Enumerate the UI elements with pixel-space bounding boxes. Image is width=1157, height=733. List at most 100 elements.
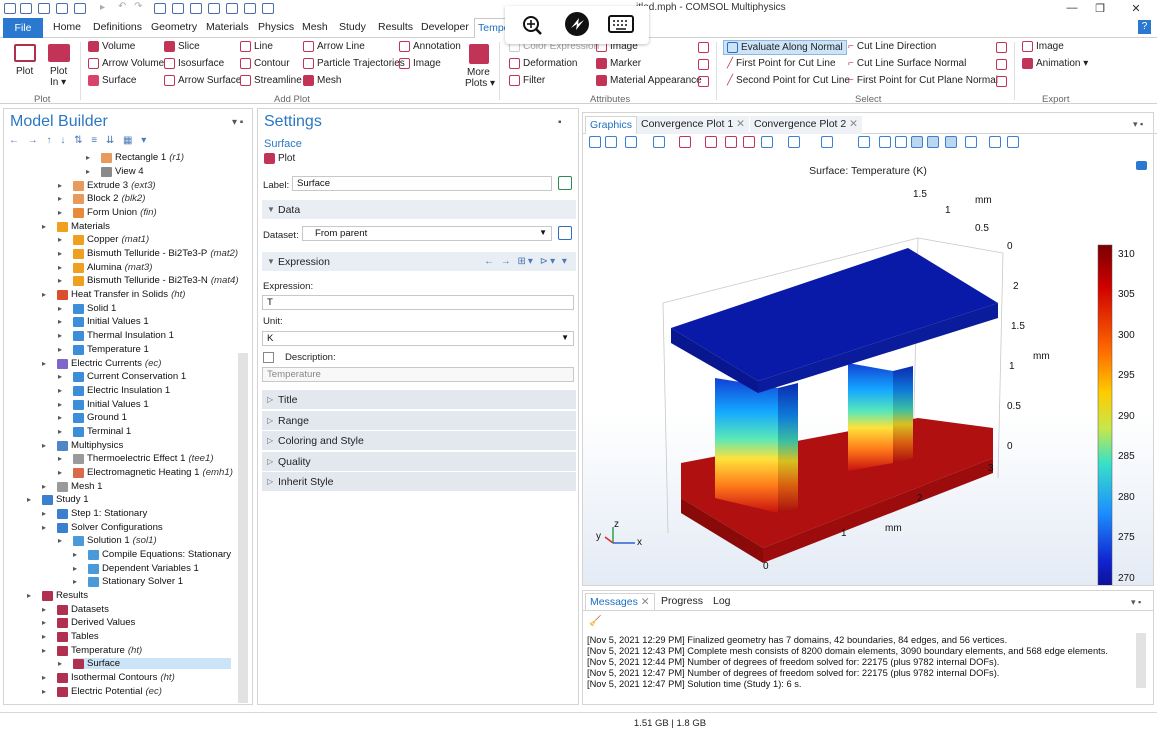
line-button[interactable]: Line [240, 41, 273, 52]
tree-node[interactable]: Mesh 1 [57, 481, 102, 492]
tree-expand-icon[interactable]: ▸ [58, 331, 62, 340]
dataset-select[interactable]: From parent ▼ [302, 226, 552, 241]
unit-select[interactable]: K ▼ [262, 331, 574, 346]
minimize-icon[interactable]: — [1062, 2, 1082, 14]
tree-node[interactable]: Extrude 3 (ext3) [73, 180, 156, 191]
data-section-header[interactable]: ▼ Data [262, 200, 576, 219]
contour-button[interactable]: Contour [240, 58, 290, 69]
print-icon[interactable] [74, 3, 86, 14]
tree-expand-icon[interactable]: ▸ [58, 208, 62, 217]
tab-definitions[interactable]: Definitions [93, 21, 142, 33]
tree-node[interactable]: Temperature (ht) [57, 645, 142, 656]
title-section-header[interactable]: ▷ Title [262, 390, 576, 409]
quality-section-header[interactable]: ▷ Quality [262, 452, 576, 471]
tree-expand-icon[interactable]: ▸ [58, 400, 62, 409]
save-icon[interactable] [38, 3, 50, 14]
tree-expand-icon[interactable]: ▸ [42, 605, 46, 614]
annotation-button[interactable]: Annotation [399, 41, 461, 52]
graphics-tool-icon[interactable] [911, 136, 923, 148]
tree-scrollbar[interactable] [238, 353, 248, 703]
label-reset-icon[interactable] [558, 176, 572, 190]
tree-node[interactable]: Electromagnetic Heating 1 (emh1) [73, 467, 233, 478]
undo-icon[interactable]: ↶ [118, 1, 126, 12]
compute-icon[interactable] [244, 3, 256, 14]
select-extra-icon-3[interactable] [996, 76, 1007, 87]
expression-toolbar-icons[interactable]: ← → ⊞▾ ⊳▾ ▾ [484, 256, 569, 267]
tree-expand-icon[interactable]: ▸ [42, 618, 46, 627]
description-checkbox[interactable] [263, 352, 274, 363]
tree-expand-icon[interactable]: ▸ [42, 687, 46, 696]
tree-expand-icon[interactable]: ▸ [73, 577, 77, 586]
delete-icon[interactable] [208, 3, 220, 14]
close-icon[interactable]: ✕ [1126, 2, 1146, 15]
tree-node[interactable]: Isothermal Contours (ht) [57, 672, 175, 683]
tree-node[interactable]: Electric Potential (ec) [57, 686, 162, 697]
tree-node[interactable]: Tables [57, 631, 99, 642]
graphics-tool-icon[interactable] [725, 136, 737, 148]
slice-button[interactable]: Slice [164, 41, 200, 52]
tree-expand-icon[interactable]: ▸ [42, 222, 46, 231]
graphics-tool-icon[interactable] [821, 136, 833, 148]
tree-node[interactable]: Results [42, 590, 88, 601]
graphics-tool-icon[interactable] [589, 136, 601, 148]
save-as-icon[interactable] [56, 3, 68, 14]
cut-line-direction-button[interactable]: ⌐ Cut Line Direction [848, 41, 936, 52]
keyboard-icon[interactable] [608, 15, 634, 33]
arrow-surface-button[interactable]: Arrow Surface [164, 75, 241, 86]
tree-expand-icon[interactable]: ▸ [42, 290, 46, 299]
tab-geometry[interactable]: Geometry [151, 21, 197, 33]
graphics-tool-icon[interactable] [761, 136, 773, 148]
tree-expand-icon[interactable]: ▸ [58, 413, 62, 422]
tree-node[interactable]: Derived Values [57, 617, 135, 628]
tab-study[interactable]: Study [339, 21, 366, 33]
tree-expand-icon[interactable]: ▸ [58, 427, 62, 436]
graphics-tool-icon[interactable] [858, 136, 870, 148]
restore-icon[interactable]: ❐ [1090, 2, 1110, 15]
arrow-volume-button[interactable]: Arrow Volume [88, 58, 164, 69]
messages-scrollbar[interactable] [1136, 633, 1146, 688]
tab-mesh[interactable]: Mesh [302, 21, 328, 33]
tree-node[interactable]: Form Union (fin) [73, 207, 157, 218]
more-plots-icon[interactable] [469, 44, 489, 64]
label-field[interactable]: Surface [292, 176, 552, 191]
graphics-tool-icon[interactable] [788, 136, 800, 148]
run-icon[interactable]: ▸ [100, 2, 105, 13]
graphics-tool-icon[interactable] [879, 136, 891, 148]
tab-developer[interactable]: Developer [421, 21, 469, 33]
cut-line-surface-normal-button[interactable]: ⌐ Cut Line Surface Normal [848, 58, 966, 69]
graphics-tool-icon[interactable] [927, 136, 939, 148]
paste-icon[interactable] [172, 3, 184, 14]
tree-node[interactable]: Dependent Variables 1 [88, 563, 199, 574]
plot-in-icon[interactable] [48, 44, 70, 62]
duplicate-icon[interactable] [190, 3, 202, 14]
build-icon[interactable] [226, 3, 238, 14]
deformation-button[interactable]: Deformation [509, 58, 577, 69]
tree-expand-icon[interactable]: ▸ [58, 263, 62, 272]
tree-node[interactable]: Rectangle 1 (r1) [101, 152, 184, 163]
material-appearance-button[interactable]: Material Appearance [596, 75, 702, 86]
tree-node[interactable]: Study 1 [42, 494, 89, 505]
tree-expand-icon[interactable]: ▸ [42, 482, 46, 491]
dataset-goto-icon[interactable] [558, 226, 572, 240]
tree-node[interactable]: Block 2 (blk2) [73, 193, 145, 204]
graphics-tool-icon[interactable] [605, 136, 617, 148]
tree-expand-icon[interactable]: ▸ [58, 454, 62, 463]
tree-expand-icon[interactable]: ▸ [42, 673, 46, 682]
redo-icon[interactable]: ↷ [134, 1, 142, 12]
tree-expand-icon[interactable]: ▸ [58, 181, 62, 190]
tree-node[interactable]: Thermoelectric Effect 1 (tee1) [73, 453, 214, 464]
settings-plot-button[interactable]: Plot [264, 153, 295, 164]
graphics-tool-icon[interactable] [705, 136, 717, 148]
plot-icon[interactable] [14, 44, 36, 62]
description-field[interactable]: Temperature [262, 367, 574, 382]
open-icon[interactable] [20, 3, 32, 14]
tree-node[interactable]: Solid 1 [73, 303, 116, 314]
tree-node[interactable]: Initial Values 1 [73, 399, 149, 410]
settings-pin-icon[interactable]: ▪ [558, 117, 562, 128]
tree-node[interactable]: Bismuth Telluride - Bi2Te3-P (mat2) [73, 248, 238, 259]
graphics-tool-icon[interactable] [895, 136, 907, 148]
isosurface-button[interactable]: Isosurface [164, 58, 224, 69]
graphics-tool-icon[interactable] [965, 136, 977, 148]
export-animation-button[interactable]: Animation ▾ [1022, 58, 1088, 69]
tab-materials[interactable]: Materials [206, 21, 249, 33]
